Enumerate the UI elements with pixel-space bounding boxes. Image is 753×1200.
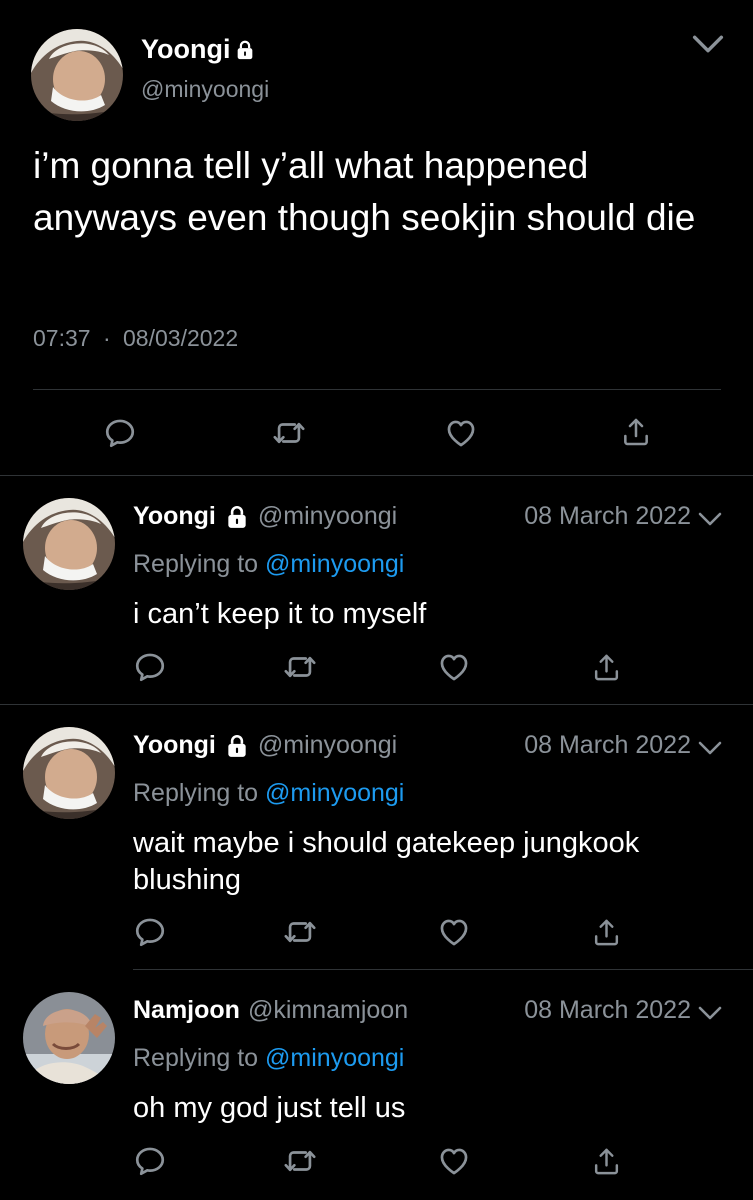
replying-handle-link[interactable]: @minyoongi [265,550,404,578]
reply-tweet[interactable]: Yoongi @minyoongi 08 March 2022 Replying… [0,705,753,969]
replying-prefix: Replying to [133,1044,259,1072]
reply-icon[interactable] [103,416,137,450]
handle[interactable]: @minyoongi [258,731,397,760]
replying-handle-link[interactable]: @minyoongi [265,779,404,807]
chevron-down-icon[interactable] [698,1004,722,1022]
lock-icon [224,732,250,760]
reply-header: Yoongi @minyoongi [133,731,397,760]
replying-to: Replying to @minyoongi [133,550,404,579]
reply-tweet[interactable]: Namjoon @kimnamjoon 08 March 2022 Replyi… [0,970,753,1200]
heart-icon[interactable] [437,650,471,684]
display-name[interactable]: Yoongi [141,34,256,65]
action-bar [0,412,753,452]
replying-to: Replying to @minyoongi [133,1044,404,1073]
chevron-down-icon[interactable] [692,33,724,55]
timestamp-separator: · [102,325,111,351]
heart-icon[interactable] [437,1144,471,1178]
reply-text: oh my god just tell us [133,1092,406,1124]
chevron-down-icon[interactable] [698,739,722,757]
chevron-down-icon[interactable] [698,510,722,528]
timestamp: 07:37 · 08/03/2022 [33,325,238,352]
replying-prefix: Replying to [133,779,259,807]
heart-icon[interactable] [437,915,471,949]
reply-icon[interactable] [133,1144,167,1178]
display-name[interactable]: Yoongi [133,731,216,760]
reply-tweet[interactable]: Yoongi @minyoongi 08 March 2022 Replying… [0,476,753,704]
share-icon[interactable] [591,917,622,948]
retweet-icon[interactable] [283,650,317,684]
retweet-icon[interactable] [283,915,317,949]
share-icon[interactable] [591,652,622,683]
replying-to: Replying to @minyoongi [133,779,404,808]
reply-header: Namjoon @kimnamjoon [133,996,408,1025]
display-name[interactable]: Namjoon [133,996,240,1025]
reply-text: i can’t keep it to myself [133,598,427,630]
display-name-text[interactable]: Yoongi [141,34,230,65]
reply-header: Yoongi @minyoongi [133,502,397,531]
avatar[interactable] [23,992,115,1084]
time: 07:37 [33,325,91,351]
heart-icon[interactable] [444,416,478,450]
reply-text: wait maybe i should gatekeep jungkook bl… [133,827,640,896]
display-name[interactable]: Yoongi [133,502,216,531]
lock-icon [234,38,256,62]
lock-icon [224,503,250,531]
replying-prefix: Replying to [133,550,259,578]
avatar[interactable] [31,29,123,121]
reply-icon[interactable] [133,915,167,949]
reply-icon[interactable] [133,650,167,684]
share-icon[interactable] [620,416,652,448]
date[interactable]: 08/03/2022 [123,325,238,351]
handle[interactable]: @kimnamjoon [248,996,408,1025]
replying-handle-link[interactable]: @minyoongi [265,1044,404,1072]
share-icon[interactable] [591,1146,622,1177]
reply-date: 08 March 2022 [524,502,691,530]
reply-date: 08 March 2022 [524,996,691,1024]
retweet-icon[interactable] [272,416,306,450]
avatar[interactable] [23,727,115,819]
handle[interactable]: @minyoongi [141,76,269,103]
tweet-text: i’m gonna tell y’all what happened anywa… [33,145,696,238]
reply-date: 08 March 2022 [524,731,691,759]
handle[interactable]: @minyoongi [258,502,397,531]
retweet-icon[interactable] [283,1144,317,1178]
avatar[interactable] [23,498,115,590]
divider [33,389,721,390]
main-tweet: Yoongi @minyoongi i’m gonna tell y’all w… [0,0,753,476]
